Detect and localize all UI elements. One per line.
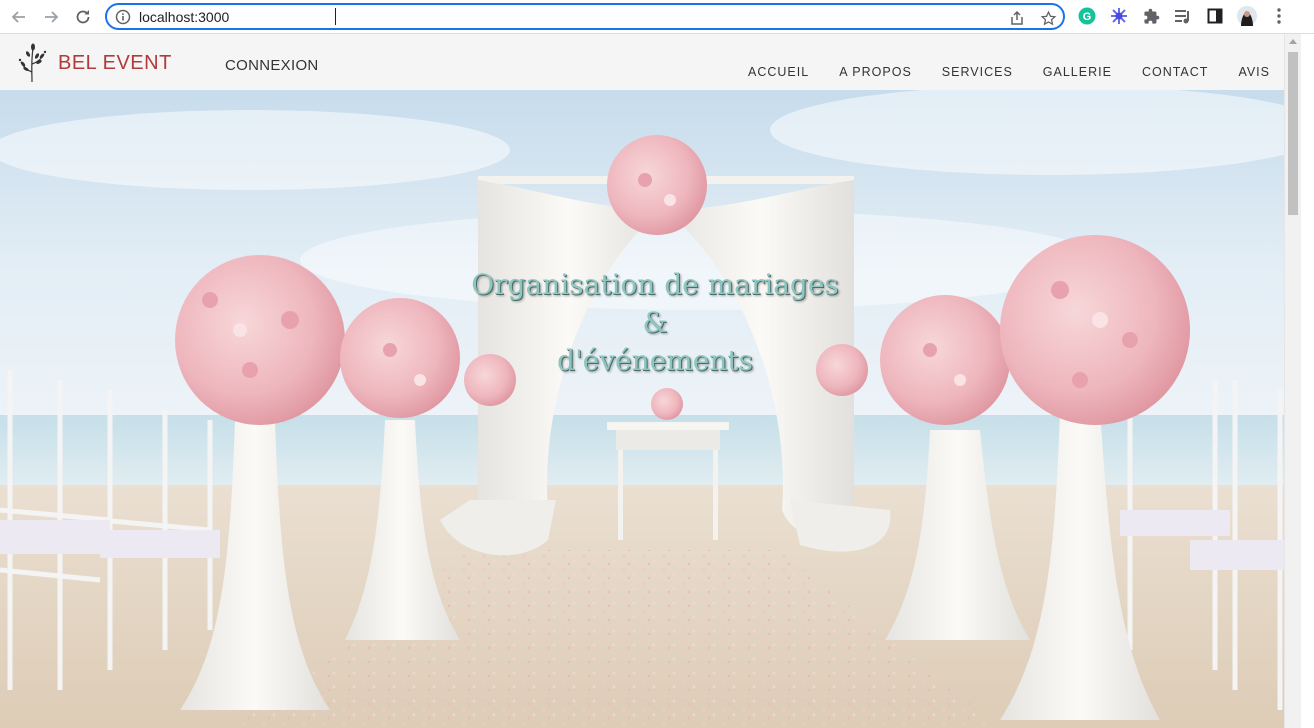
nav-a-propos[interactable]: A PROPOS: [839, 65, 912, 79]
kebab-menu-icon[interactable]: [1268, 5, 1290, 27]
site-header: BEL EVENT CONNEXION ACCUEIL A PROPOS SER…: [0, 34, 1284, 90]
scroll-up-arrow-icon[interactable]: [1289, 39, 1297, 44]
back-arrow-icon[interactable]: [7, 5, 31, 29]
hero-title-line-1: Organisation de mariages: [471, 268, 839, 301]
window-edge: [1301, 34, 1314, 728]
scrollbar-thumb[interactable]: [1288, 52, 1298, 215]
media-queue-icon[interactable]: [1172, 5, 1194, 27]
wedding-arch-beach-image: [0, 90, 1284, 728]
main-nav: ACCUEIL A PROPOS SERVICES GALLERIE CONTA…: [718, 65, 1270, 79]
puzzle-icon[interactable]: [1140, 5, 1162, 27]
reload-icon[interactable]: [71, 5, 95, 29]
browser-toolbar: localhost:3000 G: [0, 0, 1314, 34]
forward-arrow-icon[interactable]: [39, 5, 63, 29]
side-panel-icon[interactable]: [1204, 5, 1226, 27]
star-icon[interactable]: [1038, 8, 1058, 28]
nav-contact[interactable]: CONTACT: [1142, 65, 1209, 79]
hero-title-line-3: d'événements: [557, 344, 753, 377]
nav-gallerie[interactable]: GALLERIE: [1043, 65, 1112, 79]
page-viewport: BEL EVENT CONNEXION ACCUEIL A PROPOS SER…: [0, 34, 1284, 728]
brand-name[interactable]: BEL EVENT: [58, 52, 172, 75]
share-icon[interactable]: [1007, 8, 1027, 28]
login-link[interactable]: CONNEXION: [225, 57, 319, 74]
nav-services[interactable]: SERVICES: [942, 65, 1013, 79]
profile-avatar[interactable]: [1236, 5, 1258, 27]
address-bar[interactable]: localhost:3000: [105, 3, 1065, 30]
extension-flower-icon[interactable]: [1108, 5, 1130, 27]
nav-avis[interactable]: AVIS: [1238, 65, 1270, 79]
text-caret: [335, 8, 336, 25]
url-text[interactable]: localhost:3000: [139, 9, 229, 25]
info-icon[interactable]: [115, 9, 131, 30]
grammarly-icon[interactable]: G: [1076, 5, 1098, 27]
branch-logo-icon[interactable]: [16, 42, 48, 84]
vertical-scrollbar[interactable]: [1284, 34, 1301, 728]
nav-accueil[interactable]: ACCUEIL: [748, 65, 809, 79]
hero-section: Organisation de mariages & d'événements: [0, 90, 1284, 728]
hero-title-line-2: &: [642, 306, 668, 339]
hero-title: Organisation de mariages & d'événements: [0, 266, 1284, 380]
svg-text:G: G: [1083, 11, 1092, 23]
